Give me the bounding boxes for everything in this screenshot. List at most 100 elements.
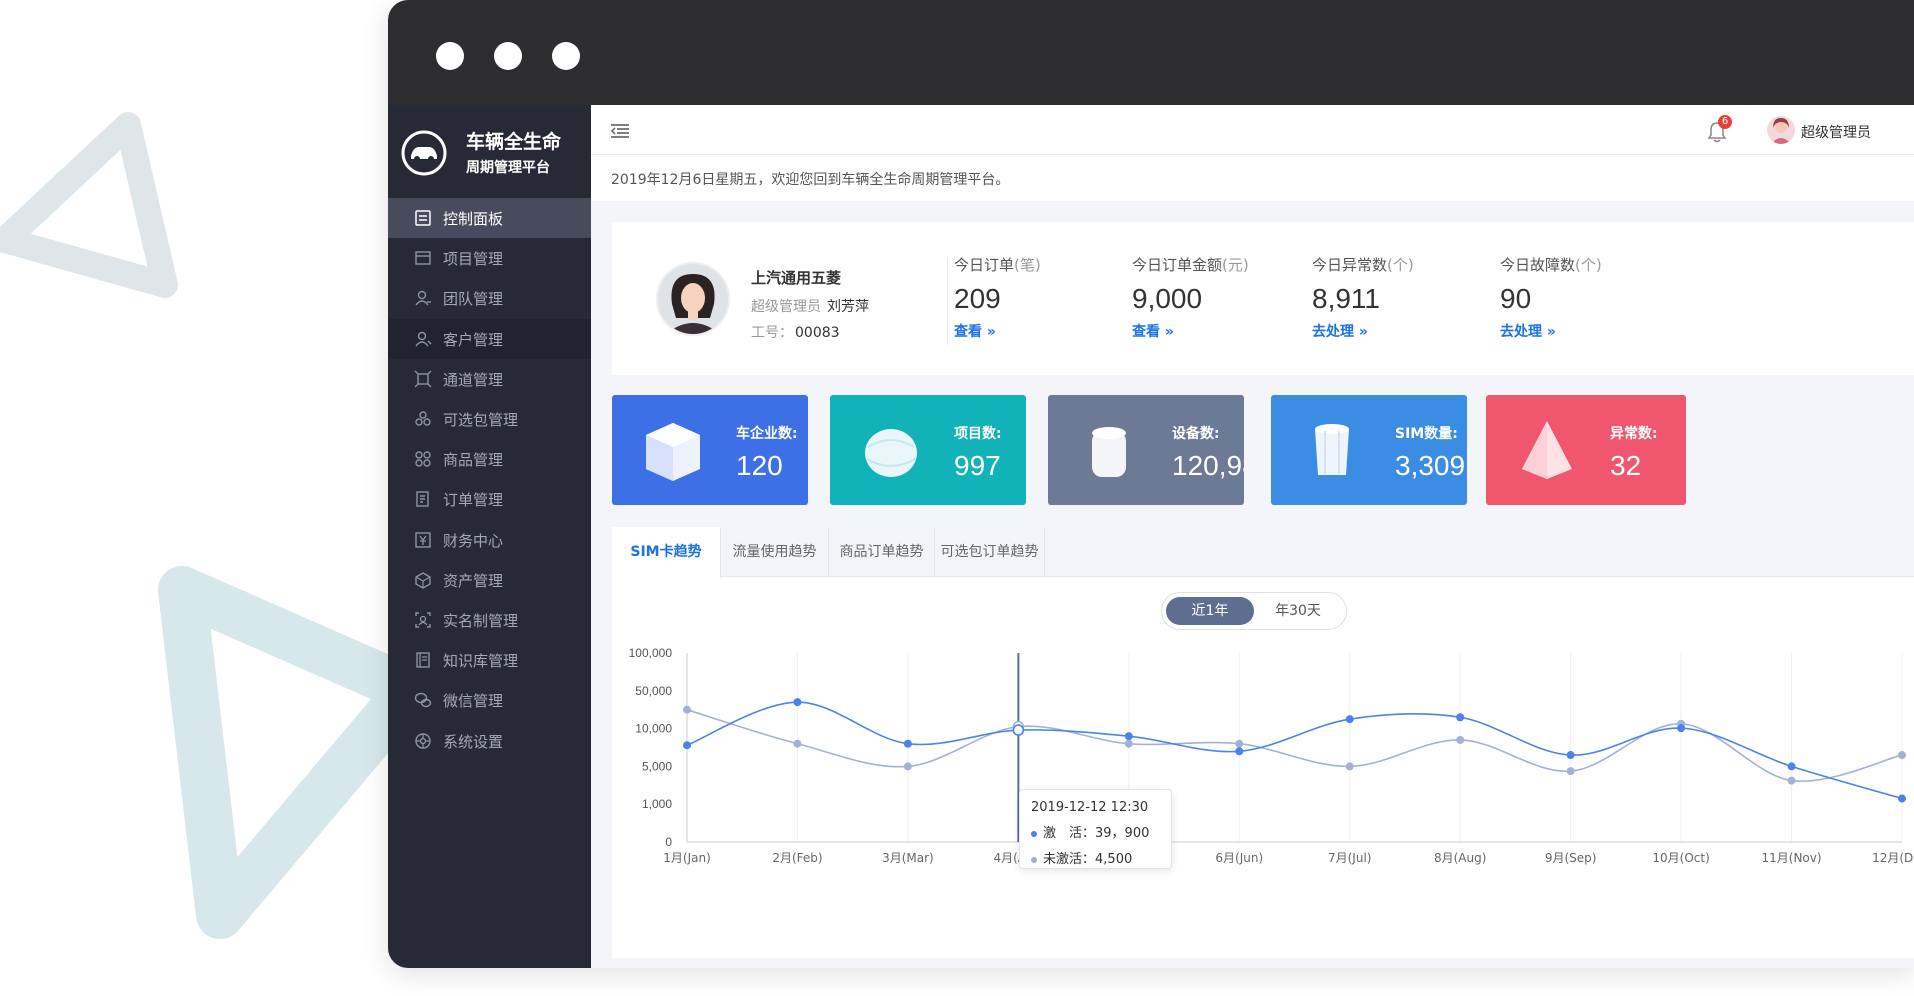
menu-toggle-icon[interactable] xyxy=(611,124,629,138)
stat-unit: (个) xyxy=(1387,256,1414,274)
user-full-name: 刘芳萍 xyxy=(827,299,869,315)
user-summary-card: 上汽通用五菱 超级管理员 刘芳萍 工号： 00083 今日订单(笔) 209 查看 » 今… xyxy=(612,222,1914,375)
kpi-card-1[interactable]: 车企业数: 120 xyxy=(612,395,808,505)
data-point[interactable] xyxy=(1787,762,1796,771)
range-option-30d[interactable]: 年30天 xyxy=(1254,597,1342,625)
kpi-card-3[interactable]: 设备数: 120,980 xyxy=(1048,395,1244,505)
tab-4[interactable]: 可选包订单趋势 xyxy=(935,527,1045,577)
tab-3[interactable]: 商品订单趋势 xyxy=(829,527,935,577)
stat-4: 今日故障数(个) 90 去处理 » xyxy=(1500,254,1602,341)
kpi-3d-shape-icon xyxy=(1092,427,1126,477)
data-point[interactable] xyxy=(1012,724,1025,736)
data-point[interactable] xyxy=(1124,732,1133,741)
stat-action-link[interactable]: 去处理 » xyxy=(1312,321,1414,341)
sidebar-item-package[interactable]: 可选包管理 xyxy=(388,399,591,439)
y-tick-label: 50,000 xyxy=(635,684,672,698)
sidebar-item-grid[interactable]: 商品管理 xyxy=(388,439,591,479)
company-name: 上汽通用五菱 xyxy=(751,269,842,287)
sidebar-item-dashboard[interactable]: 控制面板 xyxy=(388,198,591,238)
tab-1[interactable]: SIM卡趋势 xyxy=(612,527,721,578)
sidebar-item-order[interactable]: 订单管理 xyxy=(388,479,591,519)
data-point[interactable] xyxy=(1456,735,1465,744)
data-point[interactable] xyxy=(683,705,691,714)
kpi-card-5[interactable]: 异常数: 32 xyxy=(1486,395,1686,505)
sidebar-item-book[interactable]: 知识库管理 xyxy=(388,640,591,680)
sidebar-item-settings[interactable]: 系统设置 xyxy=(388,721,591,761)
window-dot-1[interactable] xyxy=(436,42,464,70)
stat-label-text: 今日订单金额 xyxy=(1132,256,1223,274)
grid-icon xyxy=(415,451,431,467)
data-point[interactable] xyxy=(1235,739,1244,748)
stat-value: 8,911 xyxy=(1312,283,1380,314)
stat-action-link[interactable]: 查看 » xyxy=(954,321,1041,341)
stat-unit: (元) xyxy=(1222,256,1249,274)
stat-action-link[interactable]: 查看 » xyxy=(1132,321,1249,341)
sidebar-item-wechat[interactable]: 微信管理 xyxy=(388,680,591,720)
sidebar-item-customer[interactable]: 客户管理 xyxy=(388,318,591,359)
data-point[interactable] xyxy=(683,741,691,750)
kpi-label: 项目数: xyxy=(954,426,1002,442)
window-dot-2[interactable] xyxy=(494,42,522,70)
series-line-1 xyxy=(686,701,1903,800)
data-point[interactable] xyxy=(903,739,912,748)
stat-label-text: 今日故障数 xyxy=(1500,256,1576,274)
data-point[interactable] xyxy=(1345,762,1354,771)
kpi-card-4[interactable]: SIM数量: 3,309,877 xyxy=(1271,395,1467,505)
tooltip-series1-label: 激 活： xyxy=(1043,826,1096,841)
range-option-1y[interactable]: 近1年 xyxy=(1166,597,1254,625)
sidebar-item-yen[interactable]: 财务中心 xyxy=(388,520,591,560)
kpi-card-2[interactable]: 项目数: 997 xyxy=(830,395,1026,505)
data-point[interactable] xyxy=(1566,751,1575,760)
data-point[interactable] xyxy=(1124,739,1133,748)
yen-icon xyxy=(415,531,431,548)
tab-2[interactable]: 流量使用趋势 xyxy=(721,527,829,577)
data-point[interactable] xyxy=(1677,724,1686,733)
window-dot-3[interactable] xyxy=(552,42,580,70)
divider xyxy=(947,257,948,345)
wechat-icon xyxy=(414,693,432,708)
sidebar-item-team[interactable]: 团队管理 xyxy=(388,278,591,318)
series-line-2 xyxy=(686,708,1903,783)
sidebar-item-folder[interactable]: 项目管理 xyxy=(388,238,591,278)
sidebar-item-label: 项目管理 xyxy=(443,250,504,269)
stat-label: 今日订单(笔) xyxy=(954,254,1041,275)
kpi-value: 120,980 xyxy=(1172,450,1244,481)
trend-tabs: SIM卡趋势 流量使用趋势 商品订单趋势 可选包订单趋势 xyxy=(612,527,1914,578)
x-tick-label: 7月(Jul) xyxy=(1328,851,1371,865)
sidebar-item-label: 订单管理 xyxy=(443,491,504,510)
x-tick-label: 2月(Feb) xyxy=(772,851,822,865)
data-point[interactable] xyxy=(1235,747,1244,756)
stat-unit: (笔) xyxy=(1014,256,1041,274)
sidebar-item-cube[interactable]: 资产管理 xyxy=(388,560,591,600)
book-icon xyxy=(416,652,430,668)
stat-action-link[interactable]: 去处理 » xyxy=(1500,321,1602,341)
stat-label: 今日订单金额(元) xyxy=(1132,254,1249,275)
chart-tooltip: 2019-12-12 12:30 激 活：39，900 未激活：4,500 xyxy=(1019,789,1172,869)
data-point[interactable] xyxy=(1566,767,1575,776)
data-point[interactable] xyxy=(793,739,802,748)
app-window: 车辆全生命 周期管理平台 控制面板 项目管理 团队管理 客户管理 通道管理 可选包管理 商品… xyxy=(388,0,1914,968)
sidebar-item-label: 团队管理 xyxy=(443,290,504,309)
sidebar-item-id[interactable]: 实名制管理 xyxy=(388,600,591,640)
user-menu[interactable]: 超级管理员 xyxy=(1767,116,1914,146)
data-point[interactable] xyxy=(1787,776,1796,785)
notification-button[interactable]: 6 xyxy=(1707,115,1732,143)
sidebar-item-label: 资产管理 xyxy=(443,571,504,590)
tooltip-series1-value: 39，900 xyxy=(1095,826,1150,841)
welcome-bar: 2019年12月6日星期五，欢迎您回到车辆全生命周期管理平台。 xyxy=(591,155,1914,201)
settings-icon xyxy=(415,732,431,749)
kpi-3d-shape-icon xyxy=(1522,421,1572,479)
data-point[interactable] xyxy=(793,698,802,707)
data-point[interactable] xyxy=(1456,713,1465,722)
data-point[interactable] xyxy=(903,762,912,771)
kpi-value: 3,309,877 xyxy=(1395,450,1467,481)
data-point[interactable] xyxy=(1898,794,1906,803)
sidebar-item-label: 客户管理 xyxy=(443,330,504,349)
kpi-3d-shape-icon xyxy=(646,423,700,481)
sidebar-item-label: 控制面板 xyxy=(443,210,504,228)
data-point[interactable] xyxy=(1345,715,1354,724)
data-point[interactable] xyxy=(1898,751,1906,760)
x-tick-label: 6月(Jun) xyxy=(1215,851,1263,865)
x-tick-label: 1月(Jan) xyxy=(663,851,711,865)
sidebar-item-channel[interactable]: 通道管理 xyxy=(388,359,591,399)
